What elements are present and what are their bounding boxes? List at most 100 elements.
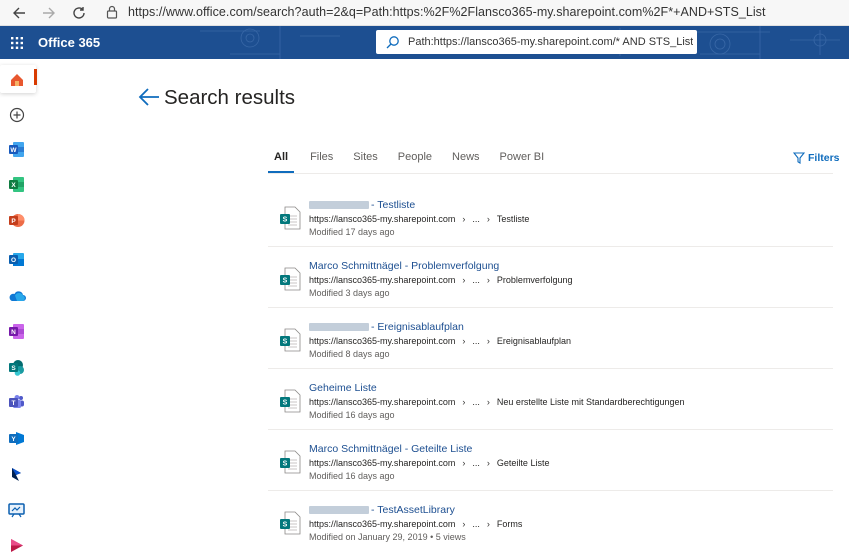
svg-text:X: X (11, 182, 16, 189)
outlook-icon: O (9, 253, 24, 266)
result-title[interactable]: Geheime Liste (309, 382, 377, 394)
yammer-icon: Y (9, 432, 24, 445)
redacted-name (309, 506, 369, 515)
arrow-left-icon (13, 7, 25, 18)
result-path: https://lansco365-my.sharepoint.com ›... ›… (309, 397, 685, 407)
lock-icon (106, 5, 118, 19)
app-rail: W X P O N S T Y (0, 59, 37, 552)
sharepoint-list-icon: S (280, 267, 301, 291)
results-list: S - Testliste https://lansco365-my.share… (268, 186, 833, 552)
chevron-right-icon: › (462, 458, 466, 468)
chevron-right-icon: › (462, 214, 466, 224)
address-bar[interactable]: https://www.office.com/search?auth=2&q=P… (128, 5, 766, 19)
rail-yammer[interactable]: Y (4, 426, 29, 451)
result-title[interactable]: Marco Schmittnägel - Problemverfolgung (309, 260, 499, 272)
refresh-button[interactable] (64, 0, 94, 26)
create-icon (9, 107, 24, 122)
result-meta: Modified 3 days ago (309, 288, 390, 298)
list-item[interactable]: S - TestAssetLibrary https://lansco365-m… (268, 491, 833, 552)
rail-onenote[interactable]: N (4, 319, 29, 344)
arrow-right-icon (43, 7, 55, 18)
sharepoint-list-icon: S (280, 450, 301, 474)
list-item[interactable]: S Geheime Liste https://lansco365-my.sha… (268, 369, 833, 430)
result-path: https://lansco365-my.sharepoint.com ›... ›… (309, 214, 530, 224)
suite-header: Office 365 (0, 26, 849, 59)
result-title[interactable]: Marco Schmittnägel - Geteilte Liste (309, 443, 472, 455)
sharepoint-list-icon: S (280, 328, 301, 352)
tab-all[interactable]: All (268, 151, 295, 173)
sharepoint-list-icon: S (280, 389, 301, 413)
rail-outlook[interactable]: O (4, 247, 29, 272)
list-item[interactable]: S Marco Schmittnägel - Problemverfolgung… (268, 247, 833, 308)
redacted-name (309, 201, 369, 210)
rail-sharepoint[interactable]: S (4, 355, 29, 380)
list-item[interactable]: S - Ereignisablaufplan https://lansco365… (268, 308, 833, 369)
sharepoint-list-icon: S (280, 511, 301, 535)
rail-create[interactable] (4, 102, 29, 127)
svg-text:S: S (283, 278, 288, 285)
tab-files[interactable]: Files (304, 151, 339, 173)
tab-sites[interactable]: Sites (347, 151, 383, 173)
result-meta: Modified 16 days ago (309, 410, 395, 420)
list-item[interactable]: S Marco Schmittnägel - Geteilte Liste ht… (268, 430, 833, 491)
result-title[interactable]: - Ereignisablaufplan (309, 321, 464, 333)
result-tabs: All Files Sites People News Power BI (268, 151, 550, 173)
onenote-icon: N (9, 324, 24, 339)
result-path: https://lansco365-my.sharepoint.com ›... ›… (309, 275, 573, 285)
svg-text:S: S (283, 461, 288, 468)
search-box[interactable] (376, 30, 697, 54)
forward-button[interactable] (34, 0, 64, 26)
rail-home[interactable] (4, 67, 29, 92)
search-icon (386, 36, 399, 49)
result-meta: Modified 8 days ago (309, 349, 390, 359)
svg-text:N: N (11, 329, 16, 336)
sharepoint-icon: S (9, 360, 24, 376)
rail-teams[interactable]: T (4, 390, 29, 415)
svg-text:S: S (283, 400, 288, 407)
result-path: https://lansco365-my.sharepoint.com ›... ›… (309, 519, 523, 529)
list-item[interactable]: S - Testliste https://lansco365-my.share… (268, 186, 833, 247)
powerpoint-icon: P (9, 214, 25, 227)
rail-powerpoint[interactable]: P (4, 208, 29, 233)
tabs-divider (268, 173, 833, 174)
chevron-right-icon: › (462, 336, 466, 346)
brand-name[interactable]: Office 365 (38, 35, 100, 50)
svg-text:O: O (11, 257, 16, 264)
result-meta: Modified 17 days ago (309, 227, 395, 237)
tab-power-bi[interactable]: Power BI (494, 151, 551, 173)
home-icon (10, 73, 23, 86)
back-arrow-icon[interactable] (138, 87, 160, 107)
result-title[interactable]: - Testliste (309, 199, 415, 211)
chevron-right-icon: › (462, 275, 466, 285)
rail-word[interactable]: W (4, 137, 29, 162)
excel-icon: X (9, 177, 24, 192)
whiteboard-icon (8, 503, 25, 518)
filters-button[interactable]: Filters (793, 152, 840, 164)
rail-onedrive[interactable] (4, 283, 29, 308)
teams-icon: T (9, 395, 24, 408)
svg-text:S: S (11, 365, 16, 372)
rail-excel[interactable]: X (4, 172, 29, 197)
filter-icon (793, 152, 805, 164)
chevron-right-icon: › (486, 336, 490, 346)
chevron-right-icon: › (462, 519, 466, 529)
onedrive-icon (9, 290, 26, 301)
sharepoint-list-icon: S (280, 206, 301, 230)
tab-people[interactable]: People (392, 151, 438, 173)
back-button[interactable] (4, 0, 34, 26)
chevron-right-icon: › (462, 397, 466, 407)
app-launcher-button[interactable] (0, 26, 33, 59)
rail-dynamics[interactable] (4, 462, 29, 487)
result-meta: Modified 16 days ago (309, 471, 395, 481)
rail-active-indicator (34, 69, 37, 85)
rail-whiteboard[interactable] (4, 498, 29, 523)
dynamics-icon (11, 467, 21, 481)
result-title[interactable]: - TestAssetLibrary (309, 504, 455, 516)
search-input[interactable] (408, 36, 693, 48)
svg-text:T: T (12, 400, 16, 407)
chevron-right-icon: › (486, 397, 490, 407)
page-title: Search results (164, 86, 296, 109)
tab-news[interactable]: News (446, 151, 486, 173)
rail-stream[interactable] (4, 533, 29, 558)
browser-toolbar: https://www.office.com/search?auth=2&q=P… (0, 0, 849, 26)
